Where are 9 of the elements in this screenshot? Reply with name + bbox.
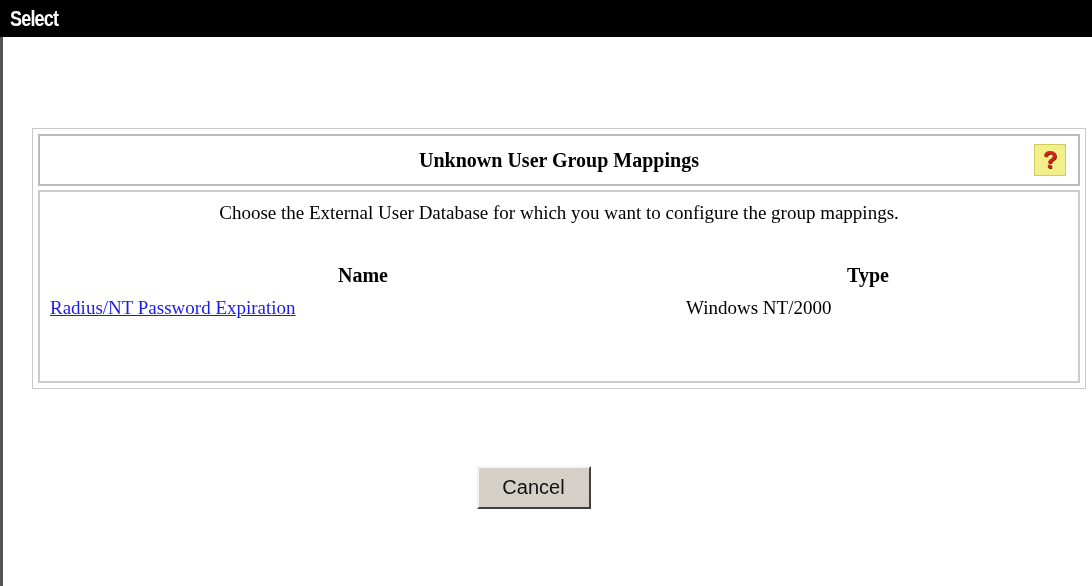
cancel-button[interactable]: Cancel <box>476 466 591 509</box>
help-icon[interactable]: ? <box>1034 144 1066 176</box>
window-title: Select <box>10 5 59 32</box>
description: Choose the External User Database for which you want to configure the group mappings. <box>218 202 900 224</box>
column-header: Name <box>337 264 389 287</box>
column-header: Type <box>846 264 890 287</box>
type-cell-text: Windows NT/2000 <box>685 297 833 319</box>
database-link[interactable]: Radius/NT Password Expiration <box>50 297 296 319</box>
panel-title: Unknown User Group Mappings <box>419 148 699 172</box>
